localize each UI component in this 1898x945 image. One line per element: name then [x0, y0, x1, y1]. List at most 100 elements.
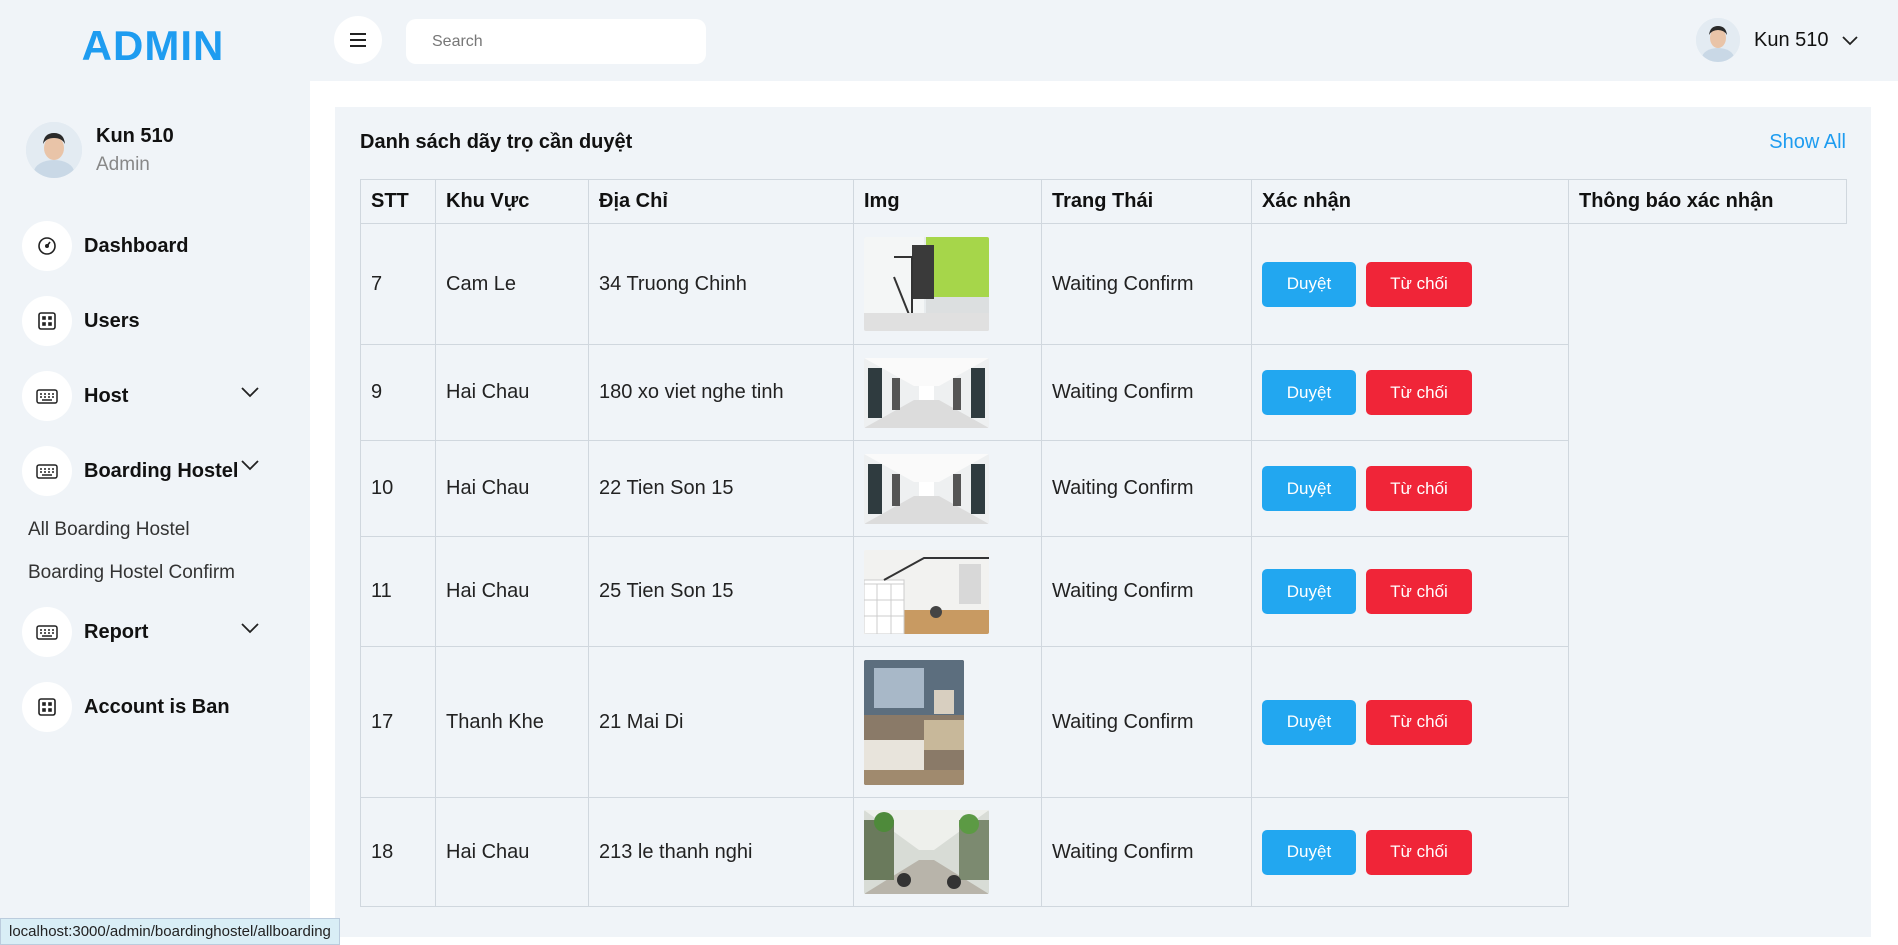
- cell-address: 213 le thanh nghi: [588, 797, 854, 907]
- profile-role: Admin: [96, 153, 150, 175]
- hostel-photo: [864, 810, 989, 894]
- sidebar-item-account-ban[interactable]: Account is Ban: [22, 682, 262, 732]
- cell-actions: Duyệt Từ chối: [1251, 440, 1569, 537]
- cell-stt: 10: [360, 440, 436, 537]
- grid-icon: [22, 296, 72, 346]
- pending-hostel-card: Danh sách dãy trọ cần duyệt Show All STT…: [335, 107, 1871, 937]
- user-name: Kun 510: [1754, 28, 1829, 51]
- cell-stt: 18: [360, 797, 436, 907]
- approve-button[interactable]: Duyệt: [1262, 699, 1356, 745]
- column-header-area: Khu Vực: [435, 179, 589, 224]
- cell-stt: 9: [360, 344, 436, 441]
- show-all-link[interactable]: Show All: [1769, 131, 1846, 154]
- sidebar-item-boarding-hostel[interactable]: Boarding Hostel: [22, 446, 262, 496]
- cell-notice: [1569, 647, 1847, 798]
- cell-status: Waiting Confirm: [1041, 797, 1252, 907]
- column-header-address: Địa Chỉ: [588, 179, 854, 224]
- hostel-photo: [864, 453, 989, 524]
- table-row: 11 Hai Chau 25 Tien Son 15 Waiting Confi…: [360, 536, 1847, 647]
- grid-icon: [22, 682, 72, 732]
- cell-notice: [1569, 224, 1847, 345]
- sidebar-item-host[interactable]: Host: [22, 371, 262, 421]
- cell-img: [853, 536, 1042, 647]
- sidebar-item-label: Dashboard: [84, 234, 189, 257]
- cell-notice: [1569, 798, 1847, 907]
- cell-actions: Duyệt Từ chối: [1251, 344, 1569, 441]
- sidebar-subitem-all-boarding[interactable]: All Boarding Hostel: [28, 519, 190, 541]
- cell-status: Waiting Confirm: [1041, 223, 1252, 345]
- search-input[interactable]: [406, 19, 706, 64]
- browser-status-url: localhost:3000/admin/boardinghostel/allb…: [0, 918, 340, 945]
- menu-toggle-button[interactable]: [334, 16, 382, 64]
- cell-notice: [1569, 345, 1847, 441]
- sidebar-item-label: Host: [84, 384, 129, 407]
- cell-status: Waiting Confirm: [1041, 344, 1252, 441]
- cell-img: [853, 797, 1042, 907]
- column-header-stt: STT: [360, 179, 436, 224]
- reject-button[interactable]: Từ chối: [1366, 261, 1472, 307]
- cell-area: Hai Chau: [435, 536, 589, 647]
- cell-actions: Duyệt Từ chối: [1251, 797, 1569, 907]
- sidebar-item-dashboard[interactable]: Dashboard: [22, 221, 262, 271]
- cell-stt: 7: [360, 223, 436, 345]
- cell-actions: Duyệt Từ chối: [1251, 646, 1569, 798]
- reject-button[interactable]: Từ chối: [1366, 370, 1472, 415]
- cell-address: 21 Mai Di: [588, 646, 854, 798]
- cell-notice: [1569, 441, 1847, 537]
- approve-button[interactable]: Duyệt: [1262, 466, 1356, 511]
- cell-area: Thanh Khe: [435, 646, 589, 798]
- cell-address: 25 Tien Son 15: [588, 536, 854, 647]
- avatar: [26, 122, 82, 178]
- cell-address: 34 Truong Chinh: [588, 223, 854, 345]
- chevron-down-icon: [241, 387, 259, 398]
- cell-status: Waiting Confirm: [1041, 440, 1252, 537]
- reject-button[interactable]: Từ chối: [1366, 699, 1472, 745]
- chevron-down-icon: [241, 623, 259, 634]
- sidebar-item-label: Boarding Hostel: [84, 459, 239, 482]
- sidebar-profile: Kun 510 Admin: [26, 122, 174, 178]
- cell-area: Hai Chau: [435, 440, 589, 537]
- user-menu[interactable]: Kun 510: [1696, 18, 1859, 62]
- column-header-img: Img: [853, 179, 1042, 224]
- cell-img: [853, 646, 1042, 798]
- cell-area: Cam Le: [435, 223, 589, 345]
- cell-status: Waiting Confirm: [1041, 646, 1252, 798]
- keyboard-icon: [22, 446, 72, 496]
- column-header-notice: Thông báo xác nhận: [1568, 179, 1847, 224]
- pending-hostel-table: STT Khu Vực Địa Chỉ Img Trang Thái Xác n…: [360, 179, 1847, 907]
- approve-button[interactable]: Duyệt: [1262, 569, 1356, 614]
- avatar: [1696, 18, 1740, 62]
- column-header-confirm: Xác nhận: [1251, 179, 1569, 224]
- sidebar-item-users[interactable]: Users: [22, 296, 262, 346]
- table-row: 10 Hai Chau 22 Tien Son 15 Waiting Confi…: [360, 440, 1847, 537]
- sidebar-item-report[interactable]: Report: [22, 607, 262, 657]
- cell-stt: 11: [360, 536, 436, 647]
- card-title: Danh sách dãy trọ cần duyệt: [360, 131, 633, 153]
- cell-stt: 17: [360, 646, 436, 798]
- keyboard-icon: [22, 371, 72, 421]
- chevron-down-icon: [1841, 35, 1858, 45]
- cell-img: [853, 223, 1042, 345]
- cell-actions: Duyệt Từ chối: [1251, 536, 1569, 647]
- brand-logo: ADMIN: [81, 22, 225, 69]
- table-row: 9 Hai Chau 180 xo viet nghe tinh Waiting…: [360, 344, 1847, 441]
- reject-button[interactable]: Từ chối: [1366, 829, 1472, 875]
- main-content: Danh sách dãy trọ cần duyệt Show All STT…: [310, 81, 1898, 945]
- sidebar-item-label: Report: [84, 620, 149, 643]
- cell-area: Hai Chau: [435, 797, 589, 907]
- table-row: 7 Cam Le 34 Truong Chinh Waiting Confirm…: [360, 223, 1847, 345]
- hostel-photo: [864, 357, 989, 428]
- approve-button[interactable]: Duyệt: [1262, 261, 1356, 307]
- cell-status: Waiting Confirm: [1041, 536, 1252, 647]
- profile-name: Kun 510: [96, 124, 174, 147]
- sidebar: ADMIN Kun 510 Admin Dashboard Users Host…: [0, 0, 310, 945]
- reject-button[interactable]: Từ chối: [1366, 466, 1472, 511]
- hamburger-icon: [350, 33, 366, 47]
- table-header-row: STT Khu Vực Địa Chỉ Img Trang Thái Xác n…: [360, 179, 1847, 224]
- cell-address: 22 Tien Son 15: [588, 440, 854, 537]
- approve-button[interactable]: Duyệt: [1262, 370, 1356, 415]
- sidebar-subitem-boarding-confirm[interactable]: Boarding Hostel Confirm: [28, 562, 235, 584]
- cell-notice: [1569, 537, 1847, 647]
- reject-button[interactable]: Từ chối: [1366, 569, 1472, 614]
- approve-button[interactable]: Duyệt: [1262, 829, 1356, 875]
